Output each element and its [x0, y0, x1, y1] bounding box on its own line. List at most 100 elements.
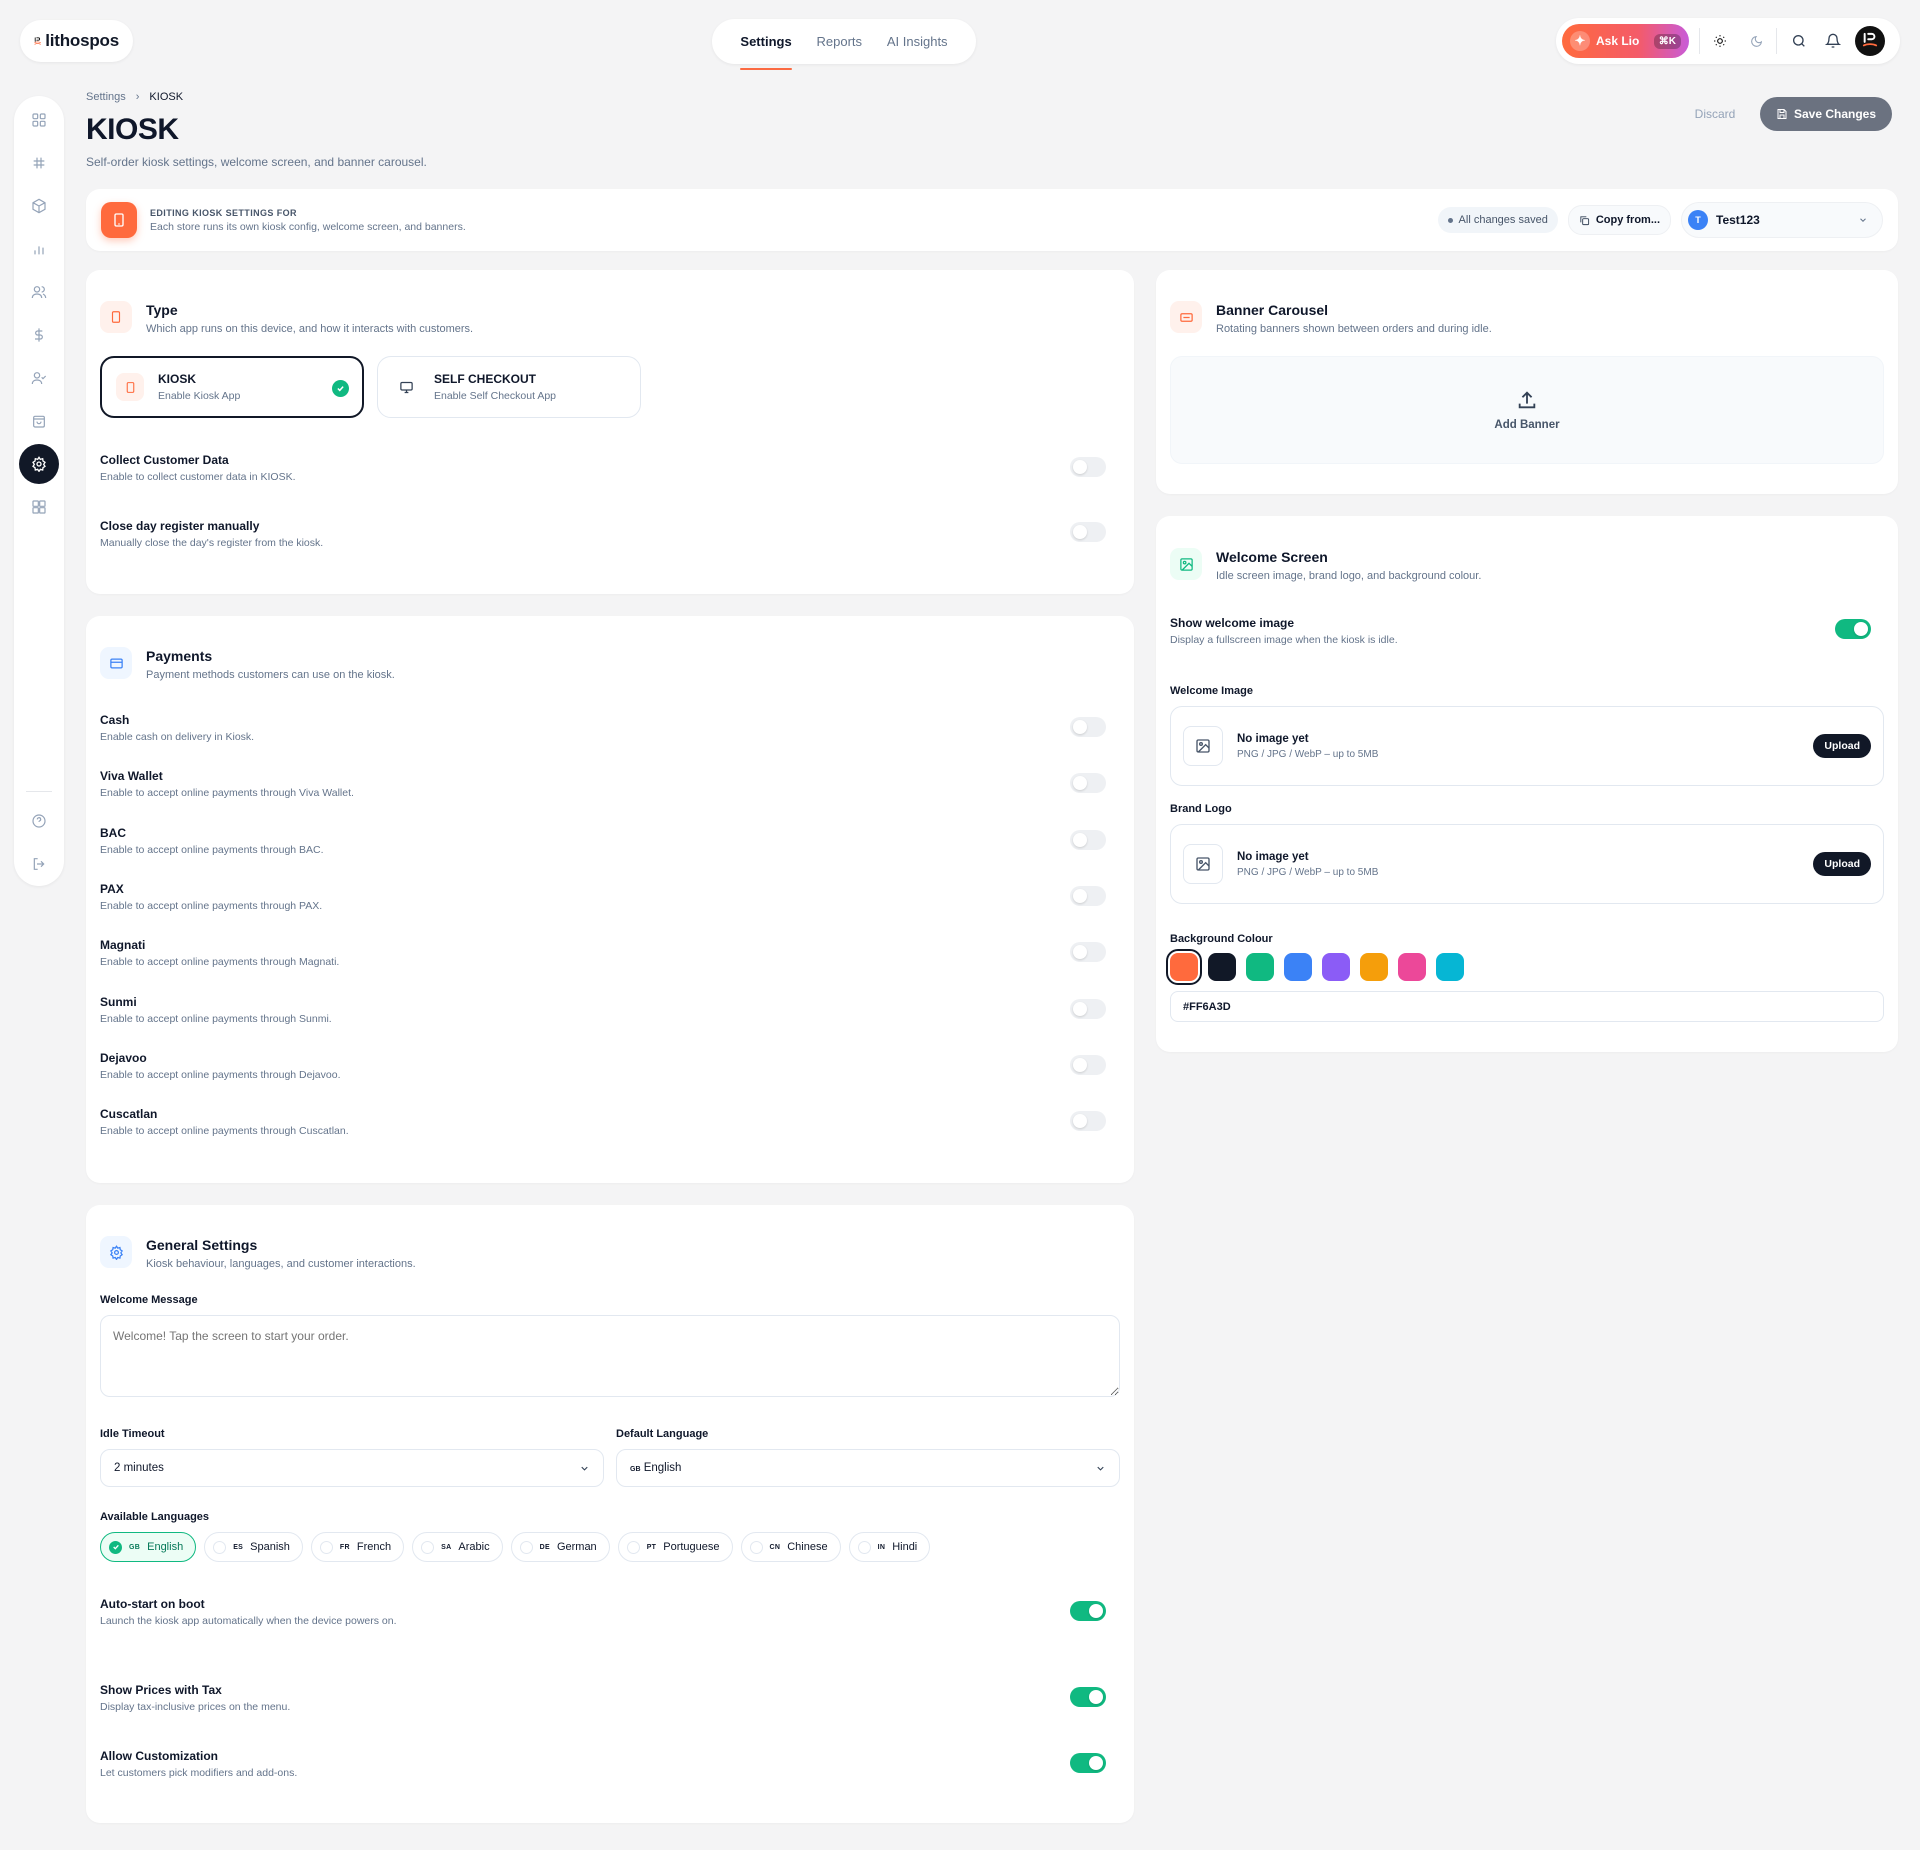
ask-lio-button[interactable]: ✦ Ask Lio ⌘K — [1562, 24, 1689, 58]
setting-subtitle: Enable to accept online payments through… — [100, 843, 324, 856]
payment-bac-row: BAC Enable to accept online payments thro… — [100, 826, 1110, 856]
upload-brand-logo-button[interactable]: Upload — [1813, 852, 1871, 876]
brand-logo[interactable]: lithospos — [20, 20, 133, 62]
store-selector[interactable]: T Test123 — [1681, 202, 1883, 238]
save-status-badge: All changes saved — [1437, 207, 1558, 233]
tab-reports[interactable]: Reports — [817, 19, 863, 64]
chart-icon[interactable] — [19, 229, 59, 269]
type-subtitle: Which app runs on this device, and how i… — [146, 323, 474, 335]
tablet-icon — [116, 373, 144, 401]
add-banner-button[interactable]: Add Banner — [1170, 356, 1884, 464]
general-setting-1-toggle[interactable] — [1070, 1687, 1106, 1707]
banner-icon — [1170, 301, 1202, 333]
sidebar — [14, 96, 64, 886]
chevron-down-icon — [1860, 218, 1866, 222]
general-header: General Settings Kiosk behaviour, languag… — [100, 1236, 416, 1270]
tab-ai-insights[interactable]: AI Insights — [887, 19, 948, 64]
payment-viva-wallet-toggle[interactable] — [1070, 773, 1106, 794]
colour-swatch[interactable] — [1360, 953, 1388, 981]
tab-settings[interactable]: Settings — [740, 19, 793, 70]
hash-icon[interactable] — [19, 143, 59, 183]
language-chip-arabic[interactable]: SA Arabic — [412, 1532, 503, 1562]
payment-dejavoo-toggle[interactable] — [1070, 1054, 1106, 1075]
save-changes-button[interactable]: Save Changes — [1760, 97, 1892, 131]
colour-swatch[interactable] — [1322, 953, 1350, 981]
type-option-self-checkout[interactable]: SELF CHECKOUT Enable Self Checkout App — [377, 356, 641, 418]
file-hint: PNG / JPG / WebP – up to 5MB — [1237, 748, 1379, 760]
search-icon[interactable] — [1787, 29, 1811, 53]
default-language-select[interactable]: GB English — [616, 1449, 1120, 1487]
help-icon[interactable] — [19, 801, 59, 841]
payment-sunmi-toggle[interactable] — [1070, 998, 1106, 1019]
setting-subtitle: Enable to collect customer data in KIOSK… — [100, 471, 296, 483]
option-subtitle: Enable Kiosk App — [158, 390, 241, 402]
save-icon — [1777, 109, 1787, 119]
settings-gear-icon[interactable] — [19, 444, 59, 484]
user-avatar[interactable] — [1855, 26, 1885, 56]
moon-icon[interactable] — [1744, 29, 1768, 53]
box-icon[interactable] — [19, 186, 59, 226]
app-name: lithospos — [45, 31, 119, 50]
checkbox-icon — [213, 1540, 227, 1554]
colour-swatch[interactable] — [1246, 953, 1274, 981]
colour-swatch[interactable] — [1398, 953, 1426, 981]
theme-switcher — [1699, 28, 1777, 54]
toggle-show-welcome-image[interactable] — [1835, 619, 1871, 639]
dashboard-icon[interactable] — [19, 100, 59, 140]
setting-subtitle: Enable to accept online payments through… — [100, 1068, 341, 1081]
breadcrumb-settings[interactable]: Settings — [86, 91, 126, 103]
payment-cuscatlan-toggle[interactable] — [1070, 1111, 1106, 1132]
general-setting-2-toggle[interactable] — [1070, 1753, 1106, 1773]
shopping-bag-icon[interactable] — [19, 401, 59, 441]
background-colour-input[interactable]: #FF6A3D — [1170, 991, 1884, 1022]
copy-from-button[interactable]: Copy from... — [1567, 205, 1671, 235]
editing-store-bar: EDITING KIOSK SETTINGS FOR Each store ru… — [86, 189, 1898, 251]
payment-magnati-toggle[interactable] — [1070, 942, 1106, 963]
language-chip-spanish[interactable]: ES Spanish — [204, 1532, 303, 1562]
users-icon[interactable] — [19, 272, 59, 312]
type-title: Type — [146, 302, 178, 318]
setting-subtitle: Enable to accept online payments through… — [100, 787, 354, 800]
setting-title: Dejavoo — [100, 1050, 147, 1065]
payment-pax-toggle[interactable] — [1070, 885, 1106, 906]
general-setting-0-toggle[interactable] — [1070, 1601, 1106, 1621]
payment-bac-toggle[interactable] — [1070, 829, 1106, 850]
language-chip-portuguese[interactable]: PT Portuguese — [617, 1532, 733, 1562]
user-check-icon[interactable] — [19, 358, 59, 398]
bell-icon[interactable] — [1821, 29, 1845, 53]
apps-icon[interactable] — [19, 487, 59, 527]
language-chip-chinese[interactable]: CN Chinese — [740, 1532, 841, 1562]
colour-swatch[interactable] — [1436, 953, 1464, 981]
setting-title: Cash — [100, 713, 130, 727]
idle-timeout-select[interactable]: 2 minutes — [100, 1449, 604, 1487]
dollar-icon[interactable] — [19, 315, 59, 355]
sun-icon[interactable] — [1708, 29, 1732, 53]
language-name: French — [356, 1541, 392, 1553]
language-chip-french[interactable]: FR French — [310, 1532, 405, 1562]
language-name: Portuguese — [663, 1541, 720, 1553]
upload-welcome-image-button[interactable]: Upload — [1813, 734, 1871, 758]
setting-title: Allow Customization — [100, 1749, 218, 1763]
credit-card-icon — [100, 647, 132, 679]
language-chip-german[interactable]: DE German — [510, 1532, 610, 1562]
setting-subtitle: Enable cash on delivery in Kiosk. — [100, 731, 255, 743]
banner-header: Banner Carousel Rotating banners shown be… — [1170, 301, 1492, 335]
setting-subtitle: Enable to accept online payments through… — [100, 1012, 332, 1025]
setting-title: Cuscatlan — [100, 1107, 158, 1122]
toggle-collect-customer-data[interactable] — [1070, 457, 1106, 477]
setting-title: Auto-start on boot — [100, 1597, 205, 1611]
type-option-kiosk[interactable]: KIOSK Enable Kiosk App — [100, 356, 364, 418]
language-chip-english[interactable]: GB English — [100, 1532, 197, 1562]
colour-swatch[interactable] — [1208, 953, 1236, 981]
language-chip-hindi[interactable]: IN Hindi — [848, 1532, 931, 1562]
colour-swatch[interactable] — [1166, 949, 1202, 985]
logout-icon[interactable] — [19, 844, 59, 884]
toggle-close-register[interactable] — [1070, 522, 1106, 542]
payment-cash-toggle[interactable] — [1070, 717, 1106, 737]
colour-swatch[interactable] — [1284, 953, 1312, 981]
discard-button[interactable]: Discard — [1675, 97, 1755, 131]
save-status-text: All changes saved — [1458, 214, 1548, 226]
welcome-message-input[interactable] — [100, 1315, 1120, 1397]
default-language-label: Default Language — [616, 1428, 709, 1440]
checkbox-icon — [421, 1540, 435, 1554]
